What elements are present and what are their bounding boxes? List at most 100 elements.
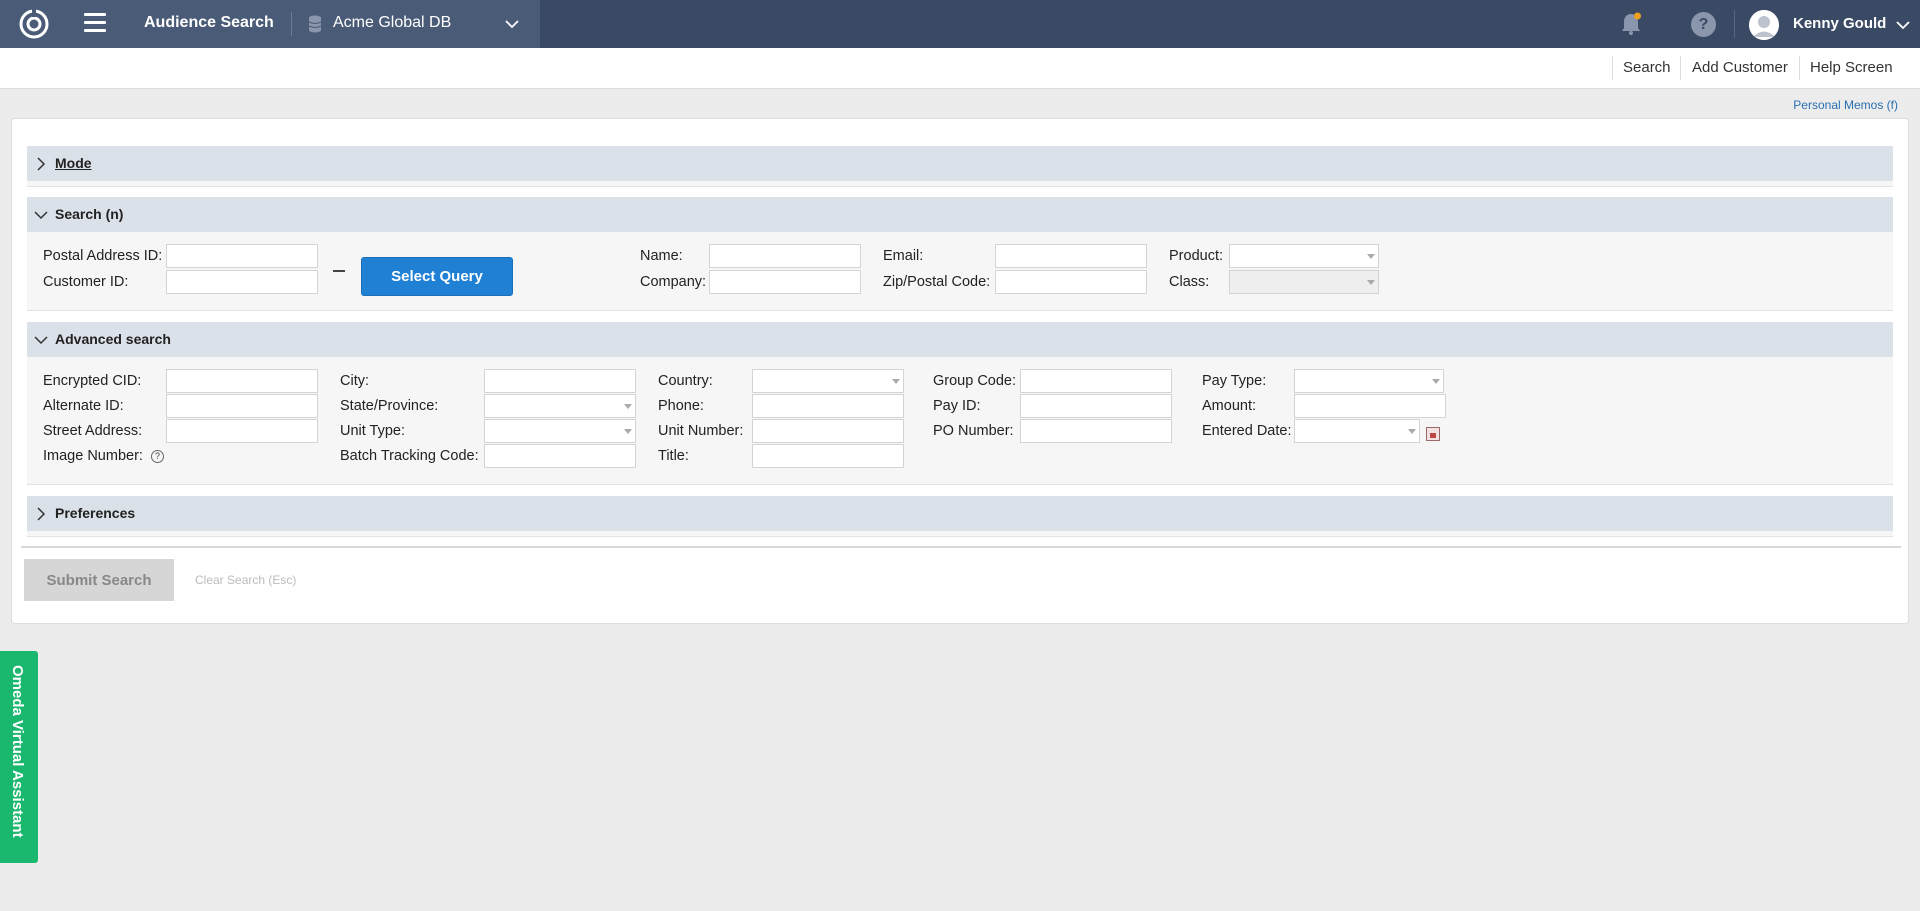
- product-select[interactable]: [1229, 244, 1379, 268]
- section-advanced-header[interactable]: Advanced search: [27, 322, 1893, 357]
- pay-id-input[interactable]: [1020, 394, 1172, 418]
- chevron-down-icon[interactable]: [1895, 17, 1911, 33]
- email-input[interactable]: [995, 244, 1147, 268]
- section-preferences-header[interactable]: Preferences: [27, 496, 1893, 531]
- section-preferences-title: Preferences: [55, 505, 136, 521]
- postal-address-id-label: Postal Address ID:: [43, 248, 163, 264]
- divider: [1612, 56, 1613, 80]
- encrypted-cid-input[interactable]: [166, 369, 318, 393]
- virtual-assistant-tab[interactable]: Omeda Virtual Assistant: [0, 651, 38, 863]
- class-label: Class:: [1169, 274, 1210, 290]
- section-preferences-body: [27, 531, 1893, 537]
- section-mode-header[interactable]: Mode: [27, 146, 1893, 181]
- state-province-label: State/Province:: [340, 398, 439, 414]
- unit-number-input[interactable]: [752, 419, 904, 443]
- zip-input[interactable]: [995, 270, 1147, 294]
- divider: [291, 12, 292, 36]
- section-mode-title: Mode: [55, 155, 92, 171]
- product-label: Product:: [1169, 248, 1223, 264]
- country-label: Country:: [658, 373, 713, 389]
- chevron-down-icon: [34, 336, 48, 345]
- section-mode-body: [27, 181, 1893, 187]
- pay-id-label: Pay ID:: [933, 398, 981, 414]
- pay-type-select[interactable]: [1294, 369, 1444, 393]
- street-address-input[interactable]: [166, 419, 318, 443]
- database-name[interactable]: Acme Global DB: [333, 14, 451, 32]
- unit-type-select[interactable]: [484, 419, 636, 443]
- notification-bell-icon[interactable]: [1618, 11, 1644, 37]
- divider: [1734, 10, 1735, 38]
- section-search-title: Search (n): [55, 206, 124, 222]
- name-input[interactable]: [709, 244, 861, 268]
- po-number-input[interactable]: [1020, 419, 1172, 443]
- database-icon: [308, 15, 322, 33]
- unit-number-label: Unit Number:: [658, 423, 744, 439]
- question-mark-icon[interactable]: ?: [151, 450, 164, 463]
- unit-type-label: Unit Type:: [340, 423, 406, 439]
- secondary-nav: Search Add Customer Help Screen: [0, 48, 1920, 89]
- dropdown-arrow-icon: [624, 429, 632, 434]
- clear-search-link[interactable]: Clear Search (Esc): [195, 573, 296, 587]
- user-avatar-icon: [1749, 10, 1779, 40]
- amount-label: Amount:: [1202, 398, 1256, 414]
- dropdown-arrow-icon: [1408, 429, 1416, 434]
- title-label: Title:: [658, 448, 689, 464]
- postal-address-id-input[interactable]: [166, 244, 318, 268]
- alternate-id-label: Alternate ID:: [43, 398, 124, 414]
- country-select[interactable]: [752, 369, 904, 393]
- top-bar: Audience Search Acme Global DB ? Kenny G…: [0, 0, 1920, 48]
- virtual-assistant-label: Omeda Virtual Assistant: [9, 665, 26, 838]
- street-address-label: Street Address:: [43, 423, 143, 439]
- image-number-label: Image Number:: [43, 448, 143, 464]
- section-advanced-title: Advanced search: [55, 331, 171, 347]
- name-label: Name:: [640, 248, 683, 264]
- entered-date-select[interactable]: [1294, 419, 1420, 443]
- company-label: Company:: [640, 274, 707, 290]
- omeda-logo-icon[interactable]: [18, 8, 50, 40]
- range-dash: [333, 270, 345, 272]
- divider: [1799, 56, 1800, 80]
- encrypted-cid-label: Encrypted CID:: [43, 373, 142, 389]
- city-label: City:: [340, 373, 369, 389]
- amount-input[interactable]: [1294, 394, 1446, 418]
- submit-search-button[interactable]: Submit Search: [24, 559, 174, 601]
- select-query-button[interactable]: Select Query: [361, 257, 513, 296]
- divider: [1680, 56, 1681, 80]
- dropdown-arrow-icon: [892, 379, 900, 384]
- group-code-label: Group Code:: [933, 373, 1017, 389]
- calendar-icon[interactable]: [1426, 427, 1440, 441]
- dropdown-arrow-icon: [624, 404, 632, 409]
- nav-add-customer-link[interactable]: Add Customer: [1692, 59, 1788, 76]
- batch-tracking-code-input[interactable]: [484, 444, 636, 468]
- customer-id-input[interactable]: [166, 270, 318, 294]
- group-code-input[interactable]: [1020, 369, 1172, 393]
- avatar[interactable]: [1749, 10, 1779, 40]
- chevron-right-icon: [37, 157, 46, 171]
- chevron-down-icon: [34, 211, 48, 220]
- nav-help-screen-link[interactable]: Help Screen: [1810, 59, 1893, 76]
- user-name[interactable]: Kenny Gould: [1793, 15, 1886, 32]
- entered-date-label: Entered Date:: [1202, 423, 1292, 439]
- title-input[interactable]: [752, 444, 904, 468]
- dropdown-arrow-icon: [1367, 280, 1375, 285]
- email-label: Email:: [883, 248, 924, 264]
- class-select[interactable]: [1229, 270, 1379, 294]
- state-province-select[interactable]: [484, 394, 636, 418]
- company-input[interactable]: [709, 270, 861, 294]
- alternate-id-input[interactable]: [166, 394, 318, 418]
- phone-input[interactable]: [752, 394, 904, 418]
- nav-search-link[interactable]: Search: [1623, 59, 1671, 76]
- menu-icon[interactable]: [84, 13, 106, 33]
- zip-label: Zip/Postal Code:: [883, 274, 991, 290]
- section-search-header[interactable]: Search (n): [27, 197, 1893, 232]
- phone-label: Phone:: [658, 398, 704, 414]
- help-icon[interactable]: ?: [1691, 12, 1716, 37]
- pay-type-label: Pay Type:: [1202, 373, 1267, 389]
- dropdown-arrow-icon: [1367, 254, 1375, 259]
- customer-id-label: Customer ID:: [43, 274, 129, 290]
- personal-memos-link[interactable]: Personal Memos (f): [1793, 98, 1898, 112]
- city-input[interactable]: [484, 369, 636, 393]
- po-number-label: PO Number:: [933, 423, 1014, 439]
- app-title: Audience Search: [144, 14, 274, 31]
- chevron-down-icon[interactable]: [504, 16, 520, 32]
